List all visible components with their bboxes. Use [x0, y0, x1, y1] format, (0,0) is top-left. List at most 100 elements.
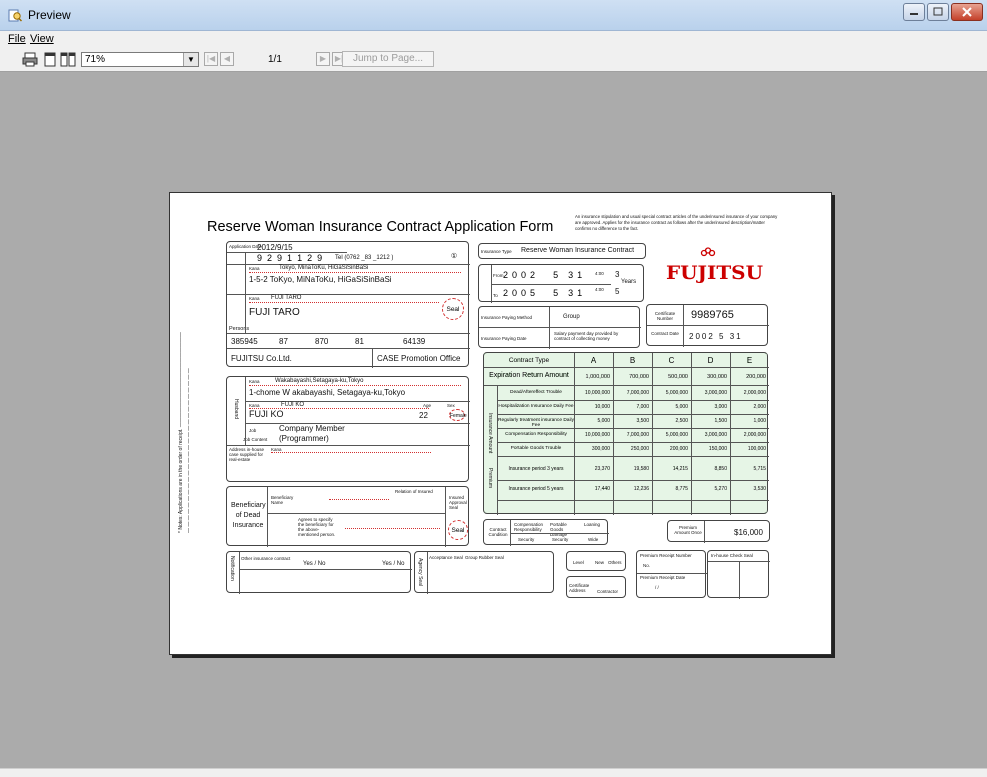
next-page-button[interactable]: ▶	[316, 52, 330, 66]
row-value: 300,000	[591, 446, 610, 452]
app-date: 2012/9/15	[257, 243, 293, 252]
department: CASE Promotion Office	[377, 354, 461, 363]
type-header-a: A	[590, 356, 597, 365]
side-notes-2: — — — — — — — — — — — — — — — — — — — — …	[186, 368, 192, 533]
row-value: 100,000	[747, 446, 766, 452]
spouse-address-kana: Wakabayashi,Setagaya-ku,Tokyo	[275, 378, 364, 384]
row-value: 10,000,000	[584, 432, 610, 438]
premium-row-label: Insurance period 3 years	[508, 466, 564, 472]
first-page-button[interactable]: |◀	[204, 52, 218, 66]
spouse-box: Kana Wakabayashi,Setagaya-ku,Tokyo 1-cho…	[226, 376, 470, 482]
two-page-icon[interactable]	[60, 52, 76, 67]
level-box: Level New Others	[566, 551, 626, 571]
jump-to-page-button[interactable]: Jump to Page...	[342, 51, 434, 67]
prev-page-icon: ◀	[223, 54, 231, 63]
agree-label: Agrees to specify the beneficiary for th…	[298, 517, 336, 537]
kana-label: Kana	[249, 266, 260, 271]
row-value: 5,000	[597, 418, 610, 424]
row-label: Hospitalization Insurance Daily Fee	[498, 404, 574, 409]
form-title: Reserve Woman Insurance Contract Applica…	[207, 219, 554, 235]
title-bar: Preview	[0, 0, 987, 31]
applicant-seal: Seal	[442, 298, 464, 320]
premium-row-value: 5,270	[714, 486, 727, 492]
premium-row-value: 8,775	[675, 486, 688, 492]
row-label: Compensation Responsibility	[505, 432, 567, 437]
premium-row-value: 23,370	[594, 466, 610, 472]
period-box: From To 2002531 2005531 4:00 4:00 3 5 Ye…	[478, 264, 644, 303]
return-value: 200,000	[746, 374, 766, 380]
spouse-sex: Female	[449, 409, 467, 421]
insured-approval: Insured Approval Seal	[449, 495, 467, 510]
menu-view[interactable]: View	[30, 33, 54, 45]
single-page-icon[interactable]	[42, 52, 58, 67]
agency-label: Agency Seal	[417, 558, 423, 587]
return-label: Expiration Return Amount	[489, 372, 569, 379]
row-value: 3,000,000	[704, 390, 727, 396]
contract-condition-box: Contract Condition Compensation Responsi…	[483, 519, 609, 546]
paying-method: Group	[563, 314, 580, 320]
zoom-select[interactable]: 71% ▼	[81, 52, 199, 67]
spouse-label: Husband	[233, 399, 239, 420]
maximize-button[interactable]	[927, 3, 949, 21]
return-value: 700,000	[629, 374, 649, 380]
row-label: Dead/Aftereffect Trouble	[510, 390, 562, 395]
kana-address: Tokyo, MinaToKu, HiGaSiSinBaSi	[279, 265, 369, 271]
spouse-age: 22	[419, 411, 428, 420]
spouse-address: 1-chome W akabayashi, Setagaya-ku,Tokyo	[249, 388, 406, 397]
preview-app-icon	[8, 9, 22, 22]
row-value: 10,000	[594, 404, 610, 410]
spouse-job-content: (Programmer)	[279, 434, 329, 443]
print-icon[interactable]	[22, 52, 38, 67]
row-value: 3,000	[714, 404, 727, 410]
cert-address-box: Certificate Address Contractor	[566, 576, 626, 598]
return-value: 500,000	[668, 374, 688, 380]
spouse-name: FUJI KO	[249, 409, 284, 419]
premium-row-value: 3,530	[753, 486, 766, 492]
row-value: 1,000	[753, 418, 766, 424]
type-header-e: E	[746, 356, 753, 365]
toolbar: 71% ▼ |◀ ◀ 1/1 ▶ ▶| Jump to Page...	[0, 47, 987, 72]
close-button[interactable]	[951, 3, 983, 21]
premium-row-value: 17,440	[594, 486, 610, 492]
minimize-button[interactable]	[903, 3, 925, 21]
row-value: 200,000	[669, 446, 688, 452]
close-icon	[962, 7, 972, 17]
inhouse-check-box: In-house Check Seal	[707, 550, 770, 599]
dob-digits: 9291129	[257, 253, 323, 263]
fujitsu-logo-text: FUJITSU	[666, 262, 763, 284]
premium-row-value: 8,850	[714, 466, 727, 472]
type-header-b: B	[629, 356, 636, 365]
notification-label: Notification	[229, 556, 235, 581]
row-value: 7,000	[636, 404, 649, 410]
paying-date: Salary payment day provided by contract …	[554, 331, 619, 341]
document-page: Reserve Woman Insurance Contract Applica…	[169, 192, 832, 655]
maximize-icon	[933, 7, 943, 16]
row-value: 10,000,000	[584, 390, 610, 396]
contract-type-table: Contract Type A B C D E Expiration Return Amou…	[483, 352, 769, 515]
row-value: 3,500	[636, 418, 649, 424]
applicant-box: Application Date 2012/9/15 9291129 Tel (…	[226, 241, 470, 368]
window-title: Preview	[28, 8, 71, 22]
menu-file[interactable]: File	[8, 33, 26, 45]
certificate-number: 9989765	[691, 309, 734, 321]
notification-box: Other insurance contract Yes / No Yes / …	[226, 551, 412, 594]
premium-amount-box: Premium Amount Once $16,000	[667, 520, 770, 543]
zoom-value: 71%	[85, 54, 106, 65]
beneficiary-box: Beneficiary of Dead Insurance Beneficiar…	[226, 486, 469, 547]
type-header-c: C	[668, 356, 675, 365]
row-value: 5,000	[675, 404, 688, 410]
row-value: 3,000,000	[704, 432, 727, 438]
form-notice: An insurance stipulation and usual speci…	[575, 214, 778, 231]
row-value: 1,500	[714, 418, 727, 424]
paying-box: Insurance Paying Method Group Insurance …	[478, 306, 641, 349]
chevron-down-icon[interactable]: ▼	[183, 53, 198, 66]
return-value: 1,000,000	[585, 374, 610, 380]
zip: 385945	[231, 337, 258, 346]
beneficiary-seal: Seal	[448, 520, 468, 540]
row-label: Regularly treatment insurance Daily Fee	[498, 418, 574, 428]
years-label: Years	[621, 279, 637, 285]
company: FUJITSU Co.Ltd.	[231, 354, 292, 363]
beneficiary-label: Beneficiary of Dead Insurance	[231, 502, 266, 529]
prev-page-button[interactable]: ◀	[220, 52, 234, 66]
row-value: 2,500	[675, 418, 688, 424]
